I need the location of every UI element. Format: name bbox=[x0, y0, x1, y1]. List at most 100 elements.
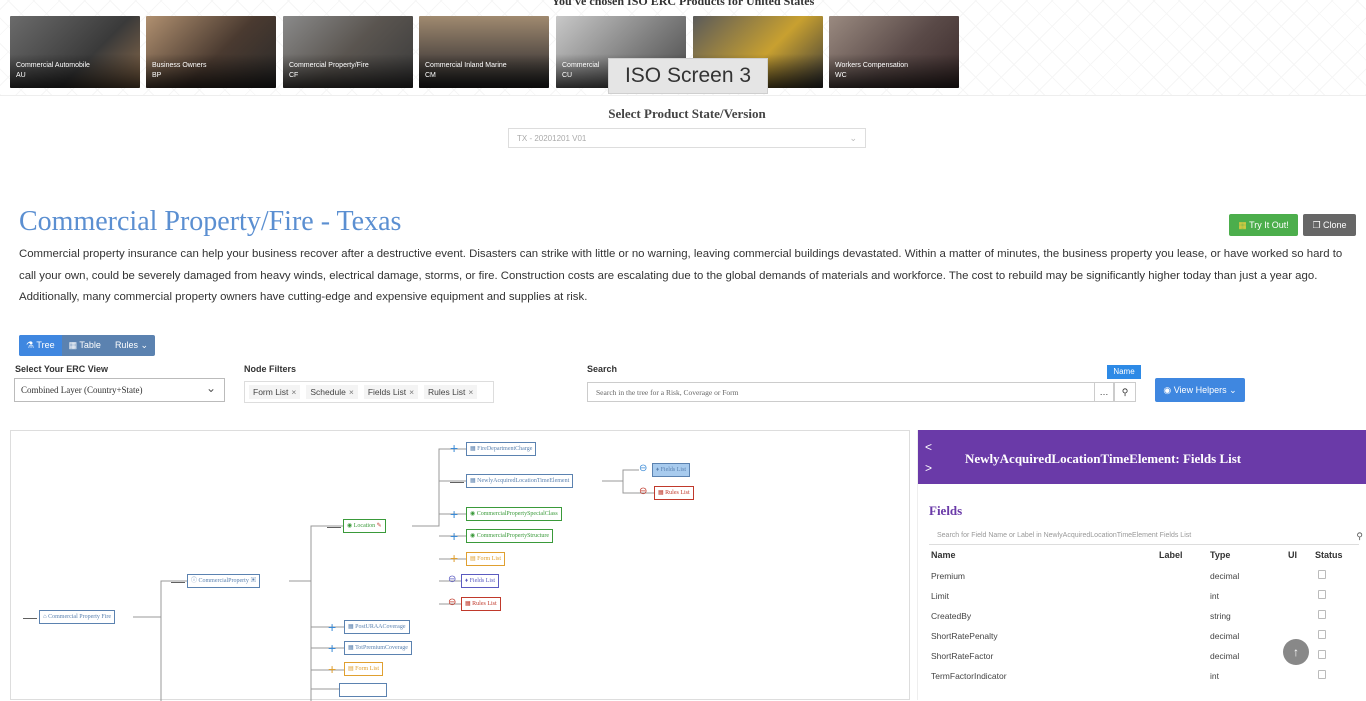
scroll-to-top-button[interactable]: ↑ bbox=[1283, 639, 1309, 665]
erc-view-label: Select Your ERC View bbox=[15, 364, 109, 374]
table-row[interactable]: CreatedBy string bbox=[918, 606, 1366, 626]
product-label: Commercial Property/Fire bbox=[289, 62, 369, 69]
expand-icon[interactable]: + bbox=[450, 441, 458, 455]
copy-icon: ❐ bbox=[1312, 220, 1321, 230]
tree-node-root[interactable]: ⌂ Commercial Property Fire bbox=[39, 610, 116, 624]
lock-icon bbox=[1318, 630, 1326, 639]
table-row[interactable]: TermFactorIndicator int bbox=[918, 666, 1366, 686]
filter-chip[interactable]: Rules List × bbox=[424, 385, 478, 399]
chevron-left-icon[interactable]: < bbox=[925, 440, 932, 454]
fields-search-input[interactable]: Search for Field Name or Label in NewlyA… bbox=[929, 527, 1363, 545]
col-ui: UI bbox=[1288, 550, 1297, 560]
tree-node-form-list-2[interactable]: ▤ Form List bbox=[344, 662, 384, 676]
chevron-down-icon: ⌄ bbox=[1226, 385, 1237, 395]
tree-search-input[interactable]: Search in the tree for a Risk, Coverage … bbox=[587, 382, 1095, 402]
collapse-icon[interactable]: — bbox=[23, 610, 37, 624]
field-type: decimal bbox=[1210, 631, 1240, 641]
node-filters[interactable]: Form List × Schedule × Fields List × Rules … bbox=[244, 381, 494, 403]
building-icon: ▦ bbox=[348, 645, 356, 651]
circle-icon: ◉ bbox=[347, 523, 354, 529]
product-tile-cm[interactable]: Commercial Inland Marine CM bbox=[419, 16, 549, 88]
minus-circle-icon[interactable]: ⊖ bbox=[448, 574, 456, 586]
expand-icon[interactable]: + bbox=[450, 529, 458, 543]
tile-shade bbox=[10, 54, 140, 88]
chevron-down-icon: ⌄ bbox=[849, 133, 857, 143]
product-label: Commercial bbox=[562, 62, 600, 69]
close-icon[interactable]: × bbox=[468, 387, 473, 397]
collapse-icon[interactable]: — bbox=[327, 519, 341, 533]
filter-chip[interactable]: Form List × bbox=[249, 385, 301, 399]
tile-shade bbox=[146, 54, 276, 88]
product-tile-wc[interactable]: Workers Compensation WC bbox=[829, 16, 959, 88]
try-it-out-button[interactable]: ▦ Try It Out! bbox=[1229, 214, 1298, 236]
tree-node-tot-premium[interactable]: ▦ TotPremiumCoverage bbox=[344, 641, 412, 655]
product-tile-cf[interactable]: Commercial Property/Fire CF bbox=[283, 16, 413, 88]
tree-canvas[interactable]: — ⌂ Commercial Property Fire — ⓘ Commerc… bbox=[10, 430, 910, 701]
filter-chip[interactable]: Schedule × bbox=[306, 385, 358, 399]
more-options-button[interactable]: … bbox=[1094, 382, 1114, 402]
tree-node-rules-list[interactable]: ▦ Rules List bbox=[654, 486, 694, 500]
tree-connectors bbox=[133, 448, 654, 701]
field-name: ShortRatePenalty bbox=[931, 631, 998, 641]
close-icon[interactable]: × bbox=[349, 387, 354, 397]
version-select[interactable]: TX - 20201201 V01 ⌄ bbox=[508, 128, 866, 148]
tile-shade bbox=[419, 54, 549, 88]
tree-node-post-ur[interactable]: ▦ PostURAACoverage bbox=[344, 620, 410, 634]
collapse-icon[interactable]: — bbox=[171, 574, 185, 588]
tree-node-fields-list-2[interactable]: ♦ Fields List bbox=[461, 574, 500, 588]
close-icon[interactable]: × bbox=[291, 387, 296, 397]
search-button[interactable]: ⚲ bbox=[1114, 382, 1136, 402]
circle-icon: ◉ bbox=[470, 511, 477, 517]
node-filters-label: Node Filters bbox=[244, 364, 297, 374]
tab-table[interactable]: ▦ Table bbox=[62, 335, 108, 356]
expand-icon[interactable]: + bbox=[328, 641, 336, 655]
table-row[interactable]: Limit int bbox=[918, 586, 1366, 606]
filter-chip[interactable]: Fields List × bbox=[363, 385, 419, 399]
expand-icon[interactable]: + bbox=[328, 620, 336, 634]
product-code: CM bbox=[425, 72, 436, 79]
product-description: Commercial property insurance can help y… bbox=[19, 248, 1343, 303]
node-label: CommercialPropertyStructure bbox=[476, 533, 550, 539]
clone-button[interactable]: ❐ Clone bbox=[1303, 214, 1356, 236]
expand-icon[interactable]: + bbox=[328, 662, 336, 676]
minus-circle-icon[interactable]: ⊖ bbox=[639, 463, 647, 475]
close-icon[interactable]: × bbox=[409, 387, 414, 397]
tree-node-location[interactable]: ◉ Location ✎ bbox=[343, 519, 386, 533]
tree-node-fire-dept[interactable]: ▦ FireDepartmentCharge bbox=[466, 442, 537, 456]
col-label: Label bbox=[1159, 550, 1183, 560]
minus-circle-icon[interactable]: ⊖ bbox=[639, 486, 647, 498]
view-helpers-button[interactable]: ◉ View Helpers ⌄ bbox=[1155, 378, 1245, 402]
product-tile-au[interactable]: Commercial Automobile AU bbox=[10, 16, 140, 88]
tree-node-partial[interactable] bbox=[339, 683, 387, 697]
tree-node-special-class[interactable]: ◉ CommercialPropertySpecialClass bbox=[466, 507, 562, 521]
fields-heading: Fields bbox=[929, 503, 963, 518]
page-icon: ▣ bbox=[248, 578, 257, 584]
tree-node-commercial-property[interactable]: ⓘ CommercialProperty ▣ bbox=[187, 574, 261, 588]
collapse-icon[interactable]: — bbox=[450, 474, 464, 488]
product-code: CF bbox=[289, 72, 299, 79]
tree-node-fields-list[interactable]: ♦ Fields List bbox=[652, 463, 691, 477]
search-icon[interactable]: ⚲ bbox=[1356, 527, 1363, 545]
product-code: WC bbox=[835, 72, 847, 79]
table-row[interactable]: Premium decimal bbox=[918, 566, 1366, 586]
tree-node-structure[interactable]: ◉ CommercialPropertyStructure bbox=[466, 529, 554, 543]
node-label: TotPremiumCoverage bbox=[355, 645, 408, 651]
minus-circle-icon[interactable]: ⊖ bbox=[448, 597, 456, 609]
lock-icon bbox=[1318, 670, 1326, 679]
filter-chip-label: Rules List bbox=[428, 387, 466, 397]
tab-tree[interactable]: ⚗ Tree bbox=[19, 335, 62, 356]
tree-node-rules-list-2[interactable]: ▦ Rules List bbox=[461, 597, 501, 611]
tree-icon: ⚗ bbox=[26, 340, 37, 350]
tree-node-form-list[interactable]: ▤ Form List bbox=[466, 552, 506, 566]
clone-label: Clone bbox=[1323, 220, 1347, 230]
expand-icon[interactable]: + bbox=[450, 507, 458, 521]
chevron-right-icon[interactable]: > bbox=[925, 461, 932, 475]
filter-chip-label: Schedule bbox=[310, 387, 346, 397]
tree-node-newly-acquired[interactable]: ▦ NewlyAcquiredLocationTimeElement bbox=[466, 474, 574, 488]
product-tile-bp[interactable]: Business Owners BP bbox=[146, 16, 276, 88]
product-label: Workers Compensation bbox=[835, 62, 909, 69]
expand-icon[interactable]: + bbox=[450, 551, 458, 565]
tab-rules[interactable]: Rules ⌄ bbox=[108, 335, 155, 356]
edit-icon: ✎ bbox=[375, 523, 382, 529]
erc-view-select[interactable]: Combined Layer (Country+State) ⌄ bbox=[14, 378, 225, 402]
